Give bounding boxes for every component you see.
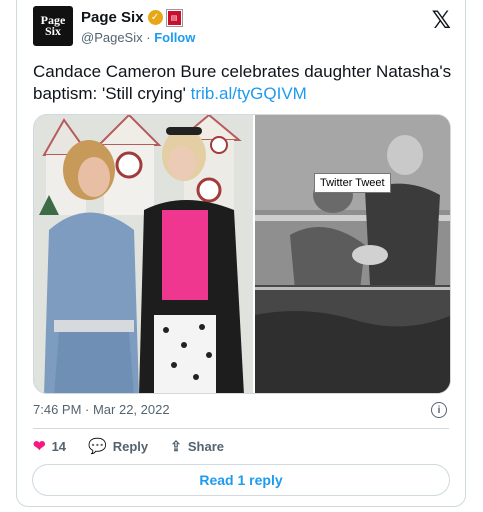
avatar[interactable]: Page Six [33,6,73,46]
verified-badge-icon: ✓ [147,10,163,25]
tooltip: Twitter Tweet [314,173,391,193]
author-handle-row: @PageSix · Follow [81,30,195,45]
like-count: 14 [51,438,67,454]
x-logo-icon[interactable]: 𝕏 [432,6,451,34]
tweet-link[interactable]: trib.al/tyGQIVM [191,84,307,103]
share-button[interactable]: ⇪ Share [170,438,224,455]
tweet-media[interactable] [33,114,451,394]
read-replies-button[interactable]: Read 1 reply [32,464,450,496]
share-icon: ⇪ [170,437,182,454]
media-photo-left[interactable] [34,115,253,393]
like-button[interactable]: ❤ 14 [33,437,66,455]
reply-label: Reply [112,438,149,454]
info-icon[interactable]: i [431,402,447,418]
separator-dot: · [146,30,155,45]
photo-left-illustration [34,115,253,393]
author-name[interactable]: Page Six [81,9,144,26]
follow-button[interactable]: Follow [154,30,195,45]
tweet-card: Page Six Page Six ✓ ▤ @PageSix · Follow … [16,0,466,507]
tweet-text: Candace Cameron Bure celebrates daughter… [33,61,453,105]
reply-button[interactable]: 💬 Reply [88,437,148,455]
tweet-timestamp[interactable]: 7:46 PM · Mar 22, 2022 [33,402,170,417]
tweet-actions: ❤ 14 💬 Reply ⇪ Share [33,437,246,456]
media-photo-right[interactable] [255,115,450,393]
reply-bubble-icon: 💬 [88,438,107,455]
heart-icon: ❤ [33,438,46,455]
affiliate-badge-icon[interactable]: ▤ [165,8,183,27]
author-name-row: Page Six ✓ ▤ [81,8,183,27]
avatar-line-2: Six [44,24,61,38]
share-label: Share [187,438,225,454]
divider [33,428,449,429]
photo-right-illustration [255,115,450,393]
author-handle[interactable]: @PageSix [81,30,143,45]
